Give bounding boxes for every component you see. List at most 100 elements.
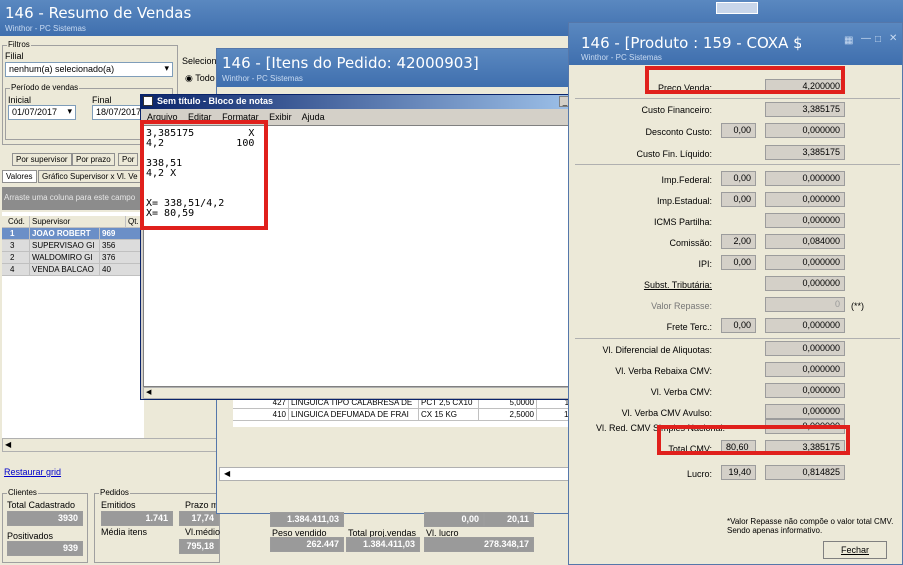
pedidos-label: Pedidos [99, 488, 130, 497]
product-window-subtitle: Winthor - PC Sistemas [581, 53, 662, 62]
notepad-icon [143, 96, 153, 106]
imp-federal-label: Imp.Federal: [661, 175, 712, 185]
main-window-title: 146 - Resumo de Vendas [5, 4, 192, 22]
obscured-pct: 20,11 [484, 512, 534, 527]
total-cadastrado-label: Total Cadastrado [7, 500, 76, 510]
grid-horizontal-scrollbar[interactable]: ◀ [2, 438, 220, 452]
final-label: Final [92, 95, 112, 105]
tab-label: Por supervisor [16, 155, 68, 164]
tab-por-supervisor[interactable]: Por supervisor [12, 153, 72, 166]
prazo-label: Prazo m [185, 500, 219, 510]
items-window-subtitle: Winthor - PC Sistemas [222, 74, 303, 83]
filial-label: Filial [5, 51, 24, 61]
verba-rebaixa-label: Vl. Verba Rebaixa CMV: [615, 366, 712, 376]
emitidos-value: 1.741 [101, 511, 173, 526]
verba-rebaixa-value: 0,000000 [765, 362, 845, 377]
items-horizontal-scrollbar[interactable]: ◀ [219, 467, 585, 481]
cell-code: 1 [2, 228, 30, 240]
cell-unit: CX 15 KG [419, 409, 479, 421]
tab-valores[interactable]: Valores [2, 170, 37, 183]
pedidos-group: Pedidos Emitidos 1.741 Média itens Prazo… [94, 488, 220, 563]
table-row[interactable]: 3 SUPERVISAO GI 356 [2, 240, 144, 252]
peso-vendido-value: 262.447 [270, 537, 344, 552]
footnote: *Valor Repasse não compõe o valor total … [727, 517, 894, 535]
initial-label: Inicial [8, 95, 32, 105]
cell-qt: 969 [100, 228, 144, 240]
main-window-subtitle: Winthor - PC Sistemas [5, 24, 86, 33]
restore-grid-link[interactable]: Restaurar grid [4, 467, 61, 477]
clientes-label: Clientes [7, 488, 38, 497]
filial-select[interactable]: nenhum(a) selecionado(a) ▾ [5, 62, 173, 77]
divider [575, 164, 900, 165]
table-row[interactable]: 1 JOAO ROBERT 969 [2, 228, 144, 240]
desconto-custo-value: 0,000000 [765, 123, 845, 138]
cell-code: 4 [2, 264, 30, 276]
imp-federal-pct: 0,00 [721, 171, 756, 186]
menu-ajuda[interactable]: Ajuda [302, 112, 325, 122]
icms-partilha-label: ICMS Partilha: [653, 217, 712, 227]
tab-label: Gráfico Supervisor x Vl. Ve [42, 172, 138, 181]
dif-aliquotas-value: 0,000000 [765, 341, 845, 356]
close-icon[interactable]: ✕ [889, 33, 897, 44]
window-icon: ▦ [844, 35, 854, 46]
table-row[interactable]: 410 LINGUICA DEFUMADA DE FRAI CX 15 KG 2… [233, 409, 587, 421]
close-button[interactable]: Fechar [823, 541, 887, 559]
frete-terc-value: 0,000000 [765, 318, 845, 333]
table-row[interactable]: 2 WALDOMIRO GI 376 [2, 252, 144, 264]
radio-todos[interactable]: ◉ Todo [185, 73, 215, 84]
divider [575, 338, 900, 339]
vl-medio-value: 795,18 [179, 539, 219, 554]
product-window-title: 146 - [Produto : 159 - COXA $ [581, 34, 801, 52]
final-date-input[interactable]: 18/07/2017 [92, 105, 142, 120]
cell-qty: 2,5000 [479, 409, 537, 421]
col-supervisor[interactable]: Supervisor [30, 216, 126, 228]
cell-qt: 356 [100, 240, 144, 252]
valor-repasse-label: Valor Repasse: [651, 301, 712, 311]
comissao-pct: 2,00 [721, 234, 756, 249]
preco-venda-highlight [645, 66, 845, 94]
filters-group-label: Filtros [7, 40, 31, 49]
tab-por[interactable]: Por [118, 153, 139, 166]
imp-estadual-value: 0,000000 [765, 192, 845, 207]
divider [575, 98, 900, 99]
dif-aliquotas-label: Vl. Diferencial de Aliquotas: [602, 345, 712, 355]
menu-exibir[interactable]: Exibir [269, 112, 292, 122]
icms-partilha-value: 0,000000 [765, 213, 845, 228]
cell-qt: 376 [100, 252, 144, 264]
verba-cmv-value: 0,000000 [765, 383, 845, 398]
cell-name: VENDA BALCAO [30, 264, 100, 276]
verba-avulso-value: 0,000000 [765, 404, 845, 419]
supervisor-grid: Cód. Supervisor Qt. 1 JOAO ROBERT 969 3 … [2, 212, 144, 452]
drag-hint: Arraste uma coluna para este campo [4, 193, 136, 202]
cell-code: 410 [233, 409, 289, 421]
notepad-horizontal-scrollbar[interactable]: ◀ ▶ [143, 387, 585, 399]
scroll-left-icon[interactable]: ◀ [5, 440, 11, 449]
close-button-label: Fechar [840, 545, 869, 555]
minimize-icon[interactable]: — [861, 33, 871, 44]
group-by-panel[interactable]: Arraste uma coluna para este campo [2, 187, 144, 210]
clientes-group: Clientes Total Cadastrado 3930 Positivad… [2, 488, 88, 563]
ipi-label: IPI: [698, 259, 712, 269]
notepad-highlight [140, 120, 268, 230]
scroll-left-icon[interactable]: ◀ [224, 469, 230, 478]
total-cadastrado-value: 3930 [7, 511, 83, 526]
frete-terc-pct: 0,00 [721, 318, 756, 333]
obscured-total: 1.384.411,03 [270, 512, 344, 527]
col-code[interactable]: Cód. [2, 216, 30, 228]
tab-label: Por [122, 155, 135, 164]
custo-financeiro-value: 3,385175 [765, 102, 845, 117]
tab-grafico-supervisor[interactable]: Gráfico Supervisor x Vl. Ve [38, 170, 142, 183]
lucro-pct: 19,40 [721, 465, 756, 480]
tab-por-prazo[interactable]: Por prazo [72, 153, 115, 166]
taskbar-mini[interactable] [716, 2, 758, 14]
obscured-zero: 0,00 [424, 512, 484, 527]
table-row[interactable]: 4 VENDA BALCAO 40 [2, 264, 144, 276]
selection-label: Selecion [182, 56, 217, 66]
initial-date-input[interactable]: 01/07/2017 ▾ [8, 105, 76, 120]
cell-qt: 40 [100, 264, 144, 276]
scroll-left-icon[interactable]: ◀ [146, 388, 151, 396]
subst-tributaria-link[interactable]: Subst. Tributária: [599, 280, 712, 290]
maximize-icon[interactable]: □ [875, 34, 881, 45]
positivados-label: Positivados [7, 531, 54, 541]
chevron-down-icon: ▾ [67, 106, 72, 116]
